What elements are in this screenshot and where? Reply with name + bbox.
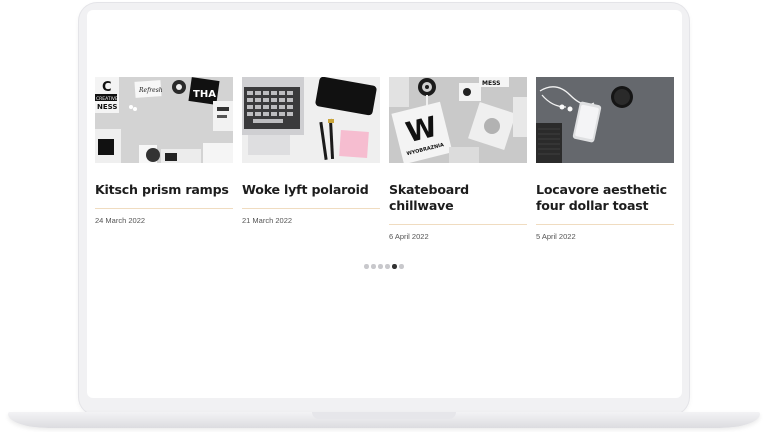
card-image-grey-desk[interactable] (536, 77, 674, 163)
card-image-magazine-flatlay[interactable]: MESS W WYOBRAZNIA (389, 77, 527, 163)
magazine-flatlay-image: MESS W WYOBRAZNIA (389, 77, 527, 163)
blog-card-2[interactable]: Woke lyft polaroid 21 March 2022 (242, 77, 380, 225)
card1-creative: CREATIVE (96, 96, 118, 102)
card-image-desk-flatlay[interactable]: C CREATIVE NESS Refresh THA (95, 77, 233, 163)
blog-card-1[interactable]: C CREATIVE NESS Refresh THA Kitsch prism… (95, 77, 233, 225)
card1-tha: THA (193, 89, 216, 100)
laptop-notch (312, 412, 456, 419)
pagination-dot-2[interactable] (371, 264, 376, 269)
card-divider (389, 224, 527, 225)
pagination-dot-3[interactable] (378, 264, 383, 269)
card1-letter-c: C (102, 80, 112, 95)
blog-card-3[interactable]: MESS W WYOBRAZNIA Skateboard chillwave 6… (389, 77, 527, 241)
card-divider (95, 208, 233, 209)
card-date: 24 March 2022 (95, 216, 146, 225)
card-image-laptop-desk[interactable] (242, 77, 380, 163)
card-date: 5 April 2022 (536, 232, 576, 241)
laptop-desk-image (242, 77, 380, 163)
pagination-dot-6[interactable] (399, 264, 404, 269)
grey-desk-image (536, 77, 674, 163)
card-divider (536, 224, 674, 225)
pagination-dot-1[interactable] (364, 264, 369, 269)
card1-refresh: Refresh (138, 87, 163, 94)
card3-mess: MESS (482, 80, 500, 87)
blog-card-4[interactable]: Locavore aesthetic four dollar toast 5 A… (536, 77, 674, 241)
pagination-dot-4[interactable] (385, 264, 390, 269)
card-title[interactable]: Kitsch prism ramps (95, 182, 233, 198)
card-date: 6 April 2022 (389, 232, 429, 241)
desk-flatlay-image: C CREATIVE NESS Refresh THA (95, 77, 233, 163)
card1-ness: NESS (97, 103, 117, 111)
card-title[interactable]: Woke lyft polaroid (242, 182, 380, 198)
card-title[interactable]: Skateboard chillwave (389, 182, 527, 214)
card-divider (242, 208, 380, 209)
card-date: 21 March 2022 (242, 216, 293, 225)
pagination-dot-5[interactable] (392, 264, 397, 269)
carousel-pagination (364, 264, 404, 269)
card-title[interactable]: Locavore aesthetic four dollar toast (536, 182, 674, 214)
